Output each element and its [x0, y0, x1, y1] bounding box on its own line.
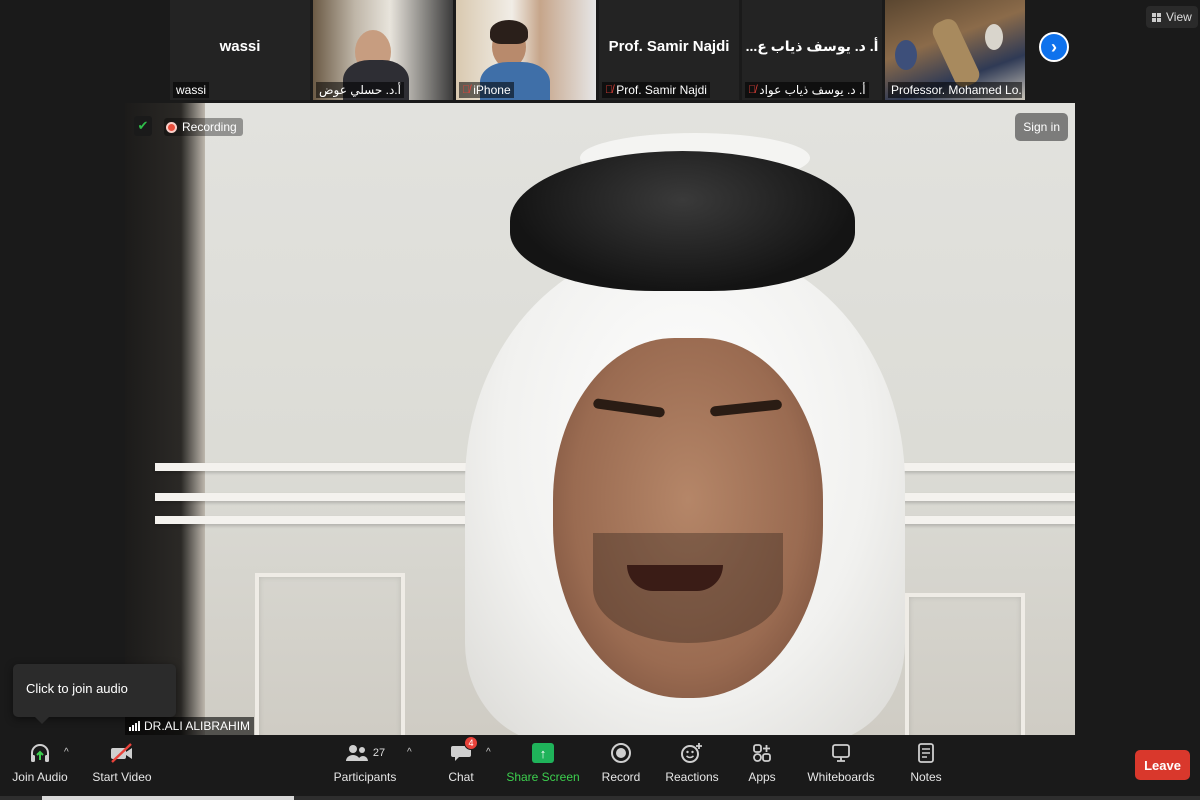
view-button[interactable]: View: [1146, 6, 1198, 28]
video-off-icon: [111, 743, 132, 763]
notes-icon: [918, 743, 934, 763]
start-video-label: Start Video: [92, 770, 152, 784]
recording-indicator: Recording: [164, 118, 243, 136]
leave-button[interactable]: Leave: [1135, 750, 1190, 780]
active-speaker-video: ✔ Recording Sign in DR.ALI ALIBRAHIM: [125, 103, 1075, 735]
participant-tile-samir-najdi[interactable]: Prof. Samir Najdi 🎙̸ Prof. Samir Najdi: [599, 0, 739, 100]
tile-display-name: ...أ. د. يوسف ذياب ع: [745, 38, 879, 54]
chat-button[interactable]: 4 Chat: [445, 736, 478, 796]
tile-caption-text: wassi: [176, 83, 207, 97]
reactions-label: Reactions: [665, 770, 719, 784]
mic-muted-icon: 🎙̸: [605, 84, 614, 96]
join-audio-tooltip: Click to join audio: [13, 664, 176, 724]
tile-caption-text: Professor. Mohamed Lo...: [891, 83, 1022, 97]
participant-tile-yousef[interactable]: ...أ. د. يوسف ذياب ع 🎙̸ أ. د. يوسف ذياب ع…: [742, 0, 882, 100]
signal-bars-icon: [129, 721, 140, 731]
thumbnail-strip: wassi wassi أ.د. حسلي عوض 🎙̸ iPhone Prof.…: [170, 0, 1025, 100]
chat-caret-icon[interactable]: ^: [486, 747, 491, 758]
notes-button[interactable]: Notes: [906, 738, 946, 796]
reactions-icon: [681, 743, 702, 763]
tile-caption-text: iPhone: [473, 83, 511, 97]
whiteboards-button[interactable]: Whiteboards: [806, 738, 876, 796]
tile-display-name: wassi: [219, 38, 261, 55]
participants-count: 27: [372, 747, 386, 759]
tile-caption: Professor. Mohamed Lo...: [888, 82, 1022, 98]
reactions-button[interactable]: Reactions: [665, 738, 719, 796]
join-audio-label: Join Audio: [12, 770, 68, 784]
audio-options-caret-icon[interactable]: ^: [64, 747, 69, 758]
tile-caption-text: أ.د. حسلي عوض: [319, 83, 401, 97]
record-icon: [611, 743, 631, 763]
chat-badge: 4: [464, 736, 478, 750]
mic-muted-icon: 🎙̸: [462, 84, 471, 96]
recording-label: Recording: [182, 120, 237, 134]
apps-button[interactable]: Apps: [744, 738, 780, 796]
participant-tile-video-1[interactable]: أ.د. حسلي عوض: [313, 0, 453, 100]
participants-icon: [345, 745, 368, 761]
share-screen-button[interactable]: ↑ Share Screen: [506, 738, 580, 796]
participant-video: [929, 15, 983, 91]
notes-label: Notes: [910, 770, 942, 784]
tile-caption-text: أ. د. يوسف ذياب عواد: [759, 83, 866, 97]
sign-in-button[interactable]: Sign in: [1015, 113, 1068, 141]
chat-label: Chat: [448, 770, 474, 784]
view-button-label: View: [1166, 10, 1192, 24]
next-page-button[interactable]: ›: [1039, 32, 1069, 62]
headphones-icon: [31, 744, 49, 762]
tile-display-name: Prof. Samir Najdi: [608, 38, 730, 55]
share-screen-label: Share Screen: [506, 770, 580, 784]
tile-caption: 🎙̸ iPhone: [459, 82, 514, 98]
join-audio-button[interactable]: Join Audio: [10, 738, 70, 796]
tile-caption: أ.د. حسلي عوض: [316, 82, 404, 98]
whiteboards-label: Whiteboards: [807, 770, 875, 784]
start-video-button[interactable]: Start Video: [90, 738, 154, 796]
tile-caption: wassi: [173, 82, 210, 98]
record-button[interactable]: Record: [600, 738, 642, 796]
grid-view-icon: [1152, 12, 1161, 22]
tile-caption: 🎙̸ أ. د. يوسف ذياب عواد: [745, 82, 869, 98]
whiteboard-icon: [832, 744, 850, 762]
speaker-face: [553, 338, 823, 698]
participants-caret-icon[interactable]: ^: [407, 747, 412, 758]
apps-label: Apps: [748, 770, 776, 784]
participants-button[interactable]: 27 Participants: [333, 738, 397, 796]
record-label: Record: [601, 770, 641, 784]
share-screen-icon: ↑: [532, 743, 554, 763]
recording-dot-icon: [166, 121, 177, 133]
meeting-toolbar: Join Audio ^ Start Video 27 Participants…: [0, 736, 1200, 796]
taskbar-strip: [0, 796, 1200, 800]
tile-caption: 🎙̸ Prof. Samir Najdi: [602, 82, 710, 98]
apps-icon: [753, 744, 771, 762]
participant-tile-wassi[interactable]: wassi wassi: [170, 0, 310, 100]
speaker-name-tag: DR.ALI ALIBRAHIM: [125, 717, 255, 735]
chevron-right-icon: ›: [1051, 36, 1057, 57]
participant-tile-video-2[interactable]: 🎙̸ iPhone: [456, 0, 596, 100]
encryption-shield-icon[interactable]: ✔: [134, 116, 152, 136]
tile-caption-text: Prof. Samir Najdi: [616, 83, 707, 97]
speaker-name: DR.ALI ALIBRAHIM: [144, 719, 251, 733]
participant-tile-video-3[interactable]: Professor. Mohamed Lo...: [885, 0, 1025, 100]
participants-label: Participants: [333, 770, 397, 784]
mic-muted-icon: 🎙̸: [748, 84, 757, 96]
